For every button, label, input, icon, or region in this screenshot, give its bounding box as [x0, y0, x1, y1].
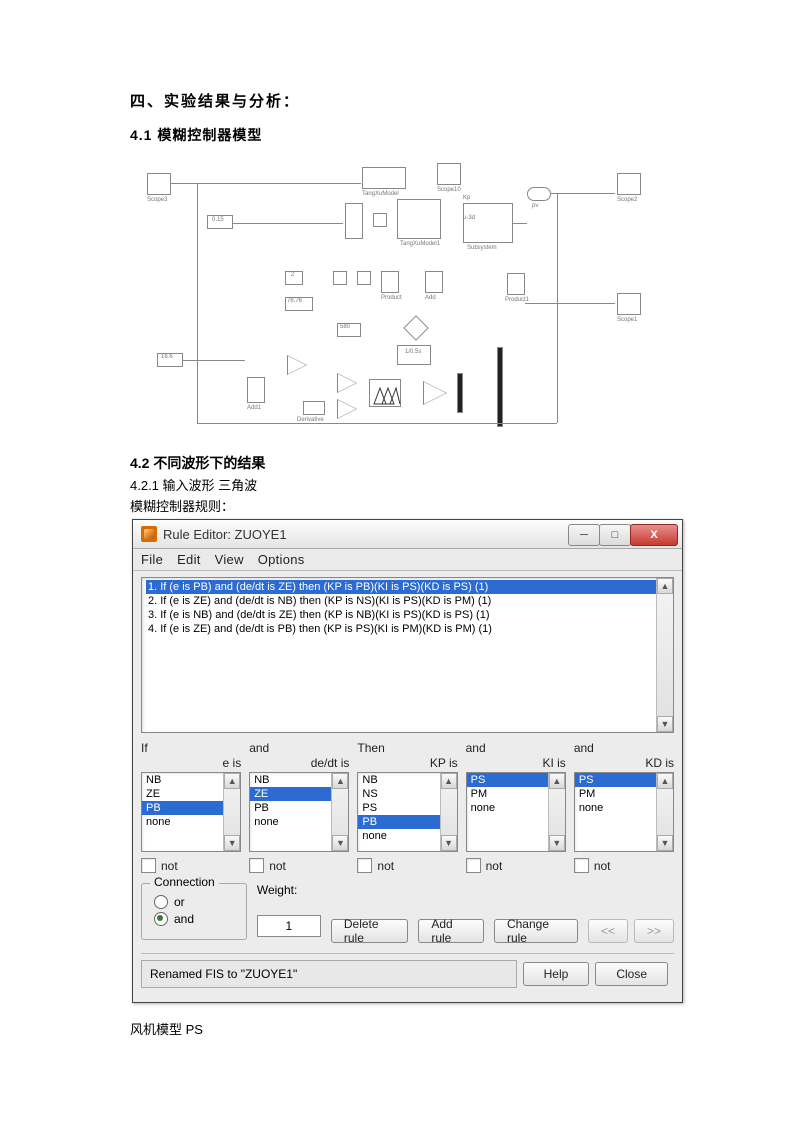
- menu-edit[interactable]: Edit: [177, 552, 201, 567]
- col-sub-label: KP is: [357, 756, 457, 770]
- weight-input[interactable]: 1: [257, 915, 321, 937]
- help-button[interactable]: Help: [523, 962, 590, 986]
- add-rule-button[interactable]: Add rule: [418, 919, 484, 943]
- rule-list[interactable]: ▲ ▼ 1. If (e is PB) and (de/dt is ZE) th…: [141, 577, 674, 733]
- status-text: Renamed FIS to "ZUOYE1": [141, 960, 517, 988]
- listbox-ki[interactable]: ▲▼PSPMnone: [466, 772, 566, 852]
- scroll-down-icon[interactable]: ▼: [657, 716, 673, 732]
- not-checkbox[interactable]: [141, 858, 156, 873]
- scroll-up-icon[interactable]: ▲: [224, 773, 240, 789]
- rule-row[interactable]: 3. If (e is NB) and (de/dt is ZE) then (…: [146, 608, 669, 622]
- scroll-up-icon[interactable]: ▲: [657, 578, 673, 594]
- col-top-label: If: [141, 741, 241, 755]
- subheading-4-1: 4.1 模糊控制器模型: [130, 125, 664, 145]
- scroll-down-icon[interactable]: ▼: [657, 835, 673, 851]
- list-item[interactable]: none: [575, 801, 673, 815]
- rule-row[interactable]: 4. If (e is ZE) and (de/dt is PB) then (…: [146, 622, 669, 636]
- col-top-label: and: [466, 741, 566, 755]
- radio-and[interactable]: and: [154, 912, 234, 926]
- listbox-kp[interactable]: ▲▼NBNSPSPBnone: [357, 772, 457, 852]
- listbox-kd[interactable]: ▲▼PSPMnone: [574, 772, 674, 852]
- scroll-down-icon[interactable]: ▼: [549, 835, 565, 851]
- list-item[interactable]: PM: [575, 787, 673, 801]
- list-item[interactable]: PM: [467, 787, 565, 801]
- scroll-up-icon[interactable]: ▲: [549, 773, 565, 789]
- not-checkbox[interactable]: [574, 858, 589, 873]
- col-top-label: and: [249, 741, 349, 755]
- rule-row[interactable]: 2. If (e is ZE) and (de/dt is NB) then (…: [146, 594, 669, 608]
- not-checkbox[interactable]: [357, 858, 372, 873]
- listbox-dedt[interactable]: ▲▼NBZEPBnone: [249, 772, 349, 852]
- col-sub-label: de/dt is: [249, 756, 349, 770]
- radio-or-dot: [154, 895, 168, 909]
- menu-options[interactable]: Options: [258, 552, 305, 567]
- not-checkbox[interactable]: [466, 858, 481, 873]
- connection-legend: Connection: [150, 875, 219, 889]
- matlab-icon: [141, 526, 157, 542]
- titlebar[interactable]: Rule Editor: ZUOYE1 ─ □ X: [133, 520, 682, 549]
- list-item[interactable]: none: [142, 815, 240, 829]
- scroll-up-icon[interactable]: ▲: [657, 773, 673, 789]
- rules-label: 模糊控制器规则：: [130, 496, 664, 515]
- list-item[interactable]: PB: [250, 801, 348, 815]
- list-item[interactable]: ZE: [142, 787, 240, 801]
- radio-and-dot: [154, 912, 168, 926]
- menubar: File Edit View Options: [133, 549, 682, 571]
- list-item[interactable]: PS: [358, 801, 456, 815]
- connection-group: Connection or and: [141, 883, 247, 940]
- menu-view[interactable]: View: [215, 552, 244, 567]
- list-item[interactable]: NS: [358, 787, 456, 801]
- col-sub-label: KD is: [574, 756, 674, 770]
- close-window-button[interactable]: X: [630, 524, 678, 546]
- minimize-button[interactable]: ─: [568, 524, 600, 546]
- scroll-down-icon[interactable]: ▼: [332, 835, 348, 851]
- maximize-button[interactable]: □: [599, 524, 631, 546]
- menu-file[interactable]: File: [141, 552, 163, 567]
- col-top-label: Then: [357, 741, 457, 755]
- weight-label: Weight:: [257, 883, 321, 897]
- not-label: not: [377, 859, 394, 873]
- window-title: Rule Editor: ZUOYE1: [163, 527, 569, 542]
- next-rule-button[interactable]: >>: [634, 919, 674, 943]
- col-sub-label: e is: [141, 756, 241, 770]
- not-label: not: [269, 859, 286, 873]
- scroll-down-icon[interactable]: ▼: [441, 835, 457, 851]
- list-item[interactable]: none: [250, 815, 348, 829]
- prev-rule-button[interactable]: <<: [588, 919, 628, 943]
- not-checkbox[interactable]: [249, 858, 264, 873]
- list-item[interactable]: none: [467, 801, 565, 815]
- simulink-diagram: Scope3 TangXuModel Scope10 Scope2 pv Tan…: [137, 163, 657, 443]
- scroll-up-icon[interactable]: ▲: [441, 773, 457, 789]
- rule-editor-dialog: Rule Editor: ZUOYE1 ─ □ X File Edit View…: [132, 519, 683, 1003]
- radio-or[interactable]: or: [154, 895, 234, 909]
- col-sub-label: KI is: [466, 756, 566, 770]
- subheading-4-2-1: 4.2.1 输入波形 三角波: [130, 475, 664, 494]
- scroll-down-icon[interactable]: ▼: [224, 835, 240, 851]
- list-item[interactable]: PB: [358, 815, 456, 829]
- list-item[interactable]: PB: [142, 801, 240, 815]
- change-rule-button[interactable]: Change rule: [494, 919, 578, 943]
- footer-text: 风机模型 PS: [130, 1019, 664, 1038]
- listbox-e[interactable]: ▲▼NBZEPBnone: [141, 772, 241, 852]
- section-heading: 四、实验结果与分析：: [130, 90, 664, 111]
- not-label: not: [161, 859, 178, 873]
- close-button[interactable]: Close: [595, 962, 668, 986]
- list-item[interactable]: ZE: [250, 787, 348, 801]
- not-label: not: [486, 859, 503, 873]
- subheading-4-2: 4.2 不同波形下的结果: [130, 453, 664, 473]
- not-label: not: [594, 859, 611, 873]
- scroll-up-icon[interactable]: ▲: [332, 773, 348, 789]
- col-top-label: and: [574, 741, 674, 755]
- delete-rule-button[interactable]: Delete rule: [331, 919, 408, 943]
- rule-row[interactable]: 1. If (e is PB) and (de/dt is ZE) then (…: [146, 580, 669, 594]
